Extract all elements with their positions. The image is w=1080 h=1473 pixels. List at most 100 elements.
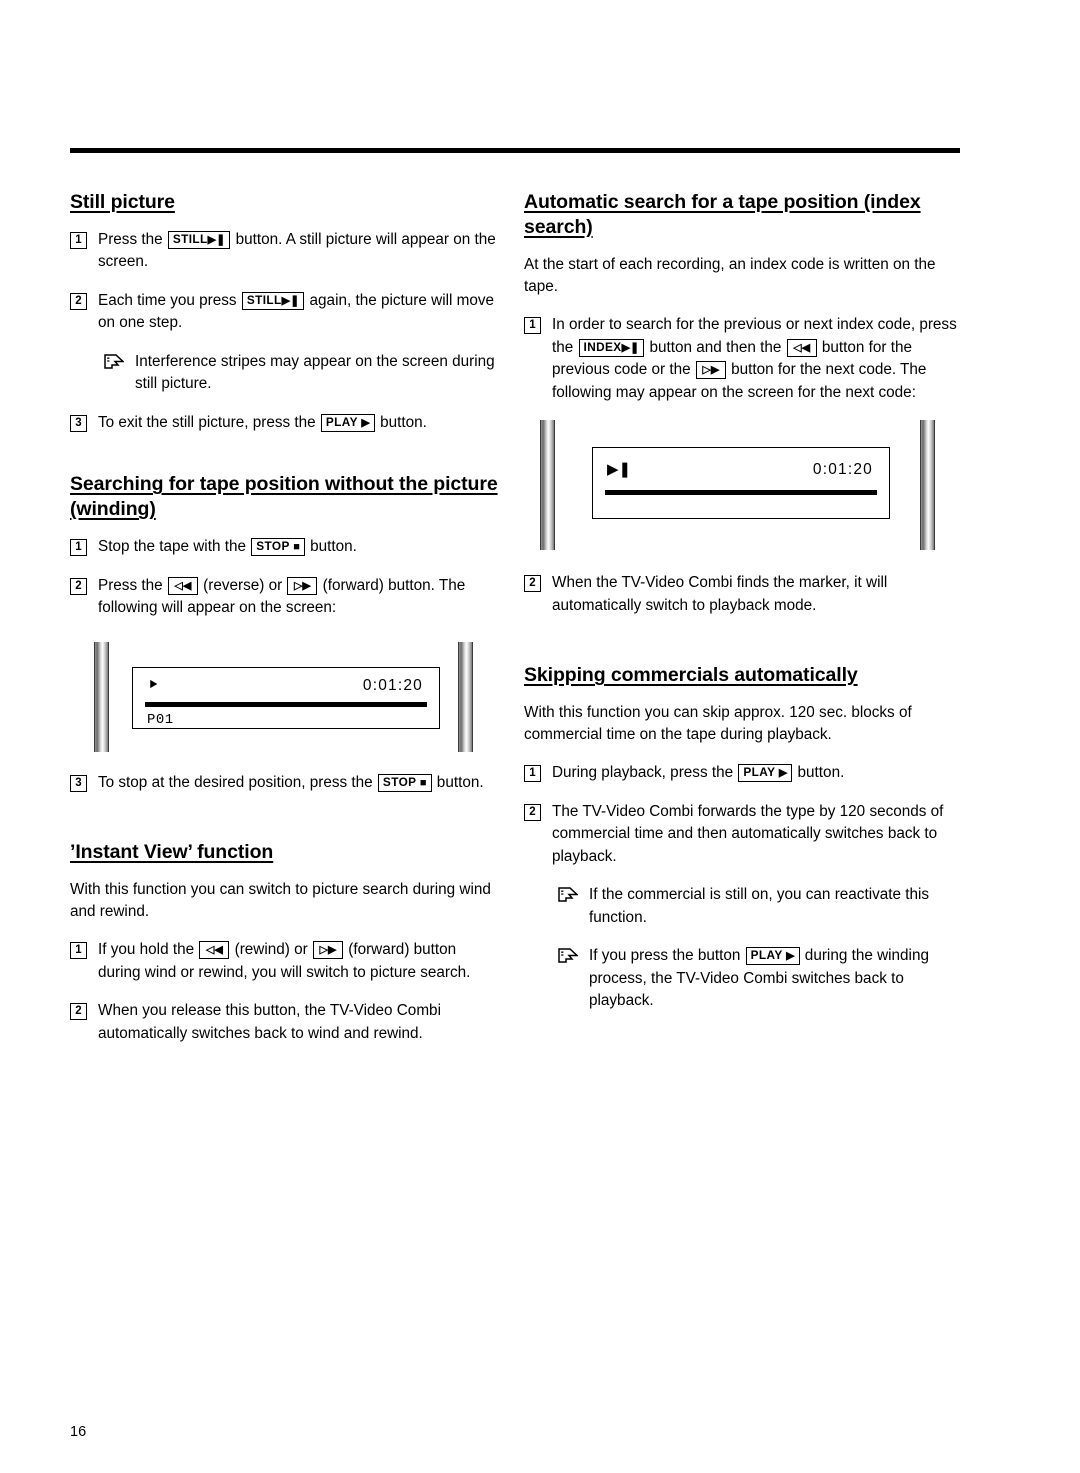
pointing-hand-svg	[104, 354, 125, 369]
step-number: 3	[70, 774, 87, 792]
step-text: When you release this button, the TV-Vid…	[98, 1002, 441, 1042]
step-wind-2: 2 Press the ◁◀ (reverse) or ▷▶ (forward)…	[70, 575, 500, 620]
play-key[interactable]: PLAY ▶	[738, 764, 793, 783]
step-number: 1	[524, 765, 541, 783]
note-interference: Interference stripes may appear on the s…	[104, 351, 500, 396]
pointing-hand-icon	[104, 353, 125, 375]
still-key[interactable]: STILL▶❚	[167, 230, 231, 249]
tape-reel-right	[920, 420, 935, 551]
forward-key[interactable]: ▷▶	[695, 361, 726, 380]
stop-key-label: STOP	[256, 539, 290, 554]
pointing-hand-icon	[558, 947, 579, 969]
note-text-part: If you press the button	[589, 947, 745, 965]
note-reactivate: If the commercial is still on, you can r…	[558, 884, 960, 929]
heading-skipping-commercials: Skipping commercials automatically	[524, 664, 858, 687]
note-text: If the commercial is still on, you can r…	[589, 886, 930, 926]
step-text-part: Press the	[98, 576, 167, 594]
step-text: In order to search for the previous or n…	[552, 314, 960, 404]
still-key-glyph: ▶❚	[207, 233, 226, 246]
step-text-part: button.	[432, 773, 484, 791]
note-text: If you press the button PLAY ▶ during th…	[589, 945, 960, 1012]
osd-index: ▶❚ 0:01:20	[592, 447, 890, 520]
index-key-glyph: ▶❚	[621, 341, 640, 354]
still-key[interactable]: STILL▶❚	[241, 291, 305, 310]
step-still-1: 1 Press the STILL▶❚ button. A still pict…	[70, 229, 500, 274]
step-instant-2: 2 When you release this button, the TV-V…	[70, 1000, 500, 1045]
step-text-part: (reverse) or	[198, 576, 287, 594]
step-number: 1	[70, 539, 87, 557]
step-text-part: If you hold the	[98, 941, 199, 959]
play-key[interactable]: PLAY ▶	[320, 413, 375, 432]
step-number: 3	[70, 414, 87, 432]
stop-key[interactable]: STOP ■	[377, 773, 432, 792]
play-key-glyph: ▶	[361, 416, 370, 429]
stop-key-glyph: ■	[293, 541, 300, 554]
osd-index-wrap: ▶❚ 0:01:20	[524, 420, 960, 552]
step-text-part: To stop at the desired position, press t…	[98, 773, 377, 791]
step-wind-1: 1 Stop the tape with the STOP ■ button.	[70, 536, 500, 558]
step-text: If you hold the ◁◀ (rewind) or ▷▶ (forwa…	[98, 939, 500, 984]
reverse-key[interactable]: ◁◀	[167, 576, 198, 595]
pointing-hand-svg	[558, 887, 579, 903]
play-key-label: PLAY	[750, 948, 783, 963]
instant-view-intro: With this function you can switch to pic…	[70, 881, 491, 921]
rewind-key-glyph: ◁◀	[205, 944, 223, 957]
step-number: 2	[70, 292, 87, 310]
step-instant-1: 1 If you hold the ◁◀ (rewind) or ▷▶ (for…	[70, 939, 500, 984]
osd-tape-bar	[145, 701, 427, 707]
forward-key[interactable]: ▷▶	[287, 576, 318, 595]
step-index-2: 2 When the TV-Video Combi finds the mark…	[524, 572, 960, 617]
step-text: Stop the tape with the STOP ■ button.	[98, 536, 500, 558]
tape-reel-right	[458, 641, 473, 752]
forward-key[interactable]: ▷▶	[312, 941, 343, 960]
heading-instant-view: ’Instant View’ function	[70, 841, 274, 864]
still-key-glyph: ▶❚	[281, 294, 300, 307]
step-still-2: 2 Each time you press STILL▶❚ again, the…	[70, 290, 500, 335]
heading-searching-tape-position: Searching for tape position without the …	[70, 473, 498, 521]
play-key-label: PLAY	[325, 414, 358, 429]
index-key[interactable]: INDEX▶❚	[578, 338, 645, 357]
step-text-part: button.	[375, 413, 427, 431]
step-text-part: (rewind) or	[230, 941, 312, 959]
step-text: To exit the still picture, press the PLA…	[98, 412, 500, 434]
step-number: 2	[524, 575, 541, 593]
step-text-part: button.	[793, 764, 845, 782]
tape-reel-left	[94, 641, 109, 752]
stop-key-label: STOP	[382, 774, 417, 789]
winding-indicator-icon: ⯈	[147, 676, 160, 694]
step-text: When the TV-Video Combi finds the marker…	[552, 574, 888, 614]
heading-index-search: Automatic search for a tape position (in…	[524, 191, 921, 238]
step-skip-2: 2 The TV-Video Combi forwards the type b…	[524, 801, 960, 868]
step-text-part: Each time you press	[98, 291, 241, 309]
step-text: Press the STILL▶❚ button. A still pictur…	[98, 229, 500, 274]
play-key[interactable]: PLAY ▶	[745, 947, 800, 966]
osd-tape-bar	[605, 490, 877, 496]
step-still-3: 3 To exit the still picture, press the P…	[70, 412, 500, 434]
still-key-label: STILL	[246, 292, 282, 307]
step-text: Press the ◁◀ (reverse) or ▷▶ (forward) b…	[98, 575, 500, 620]
osd-timecode: 0:01:20	[362, 676, 423, 694]
step-number: 1	[524, 317, 541, 335]
rewind-key[interactable]: ◁◀	[199, 941, 230, 960]
stop-key-glyph: ■	[419, 776, 427, 789]
left-column: Still picture 1 Press the STILL▶❚ button…	[70, 190, 500, 1061]
reverse-key[interactable]: ◁◀	[786, 338, 817, 357]
step-text-part: Stop the tape with the	[98, 538, 251, 556]
forward-key-glyph: ▷▶	[293, 579, 311, 592]
stop-key[interactable]: STOP ■	[251, 538, 305, 557]
index-marker-icon: ▶❚	[607, 461, 632, 479]
step-text-part: button.	[305, 538, 357, 556]
step-number: 1	[70, 942, 87, 960]
skipping-intro: With this function you can skip approx. …	[524, 704, 912, 744]
pointing-hand-svg	[558, 948, 579, 964]
step-wind-3: 3 To stop at the desired position, press…	[70, 772, 500, 794]
still-key-label: STILL	[172, 231, 208, 246]
step-text: The TV-Video Combi forwards the type by …	[552, 802, 944, 865]
step-index-1: 1 In order to search for the previous or…	[524, 314, 960, 404]
step-number: 1	[70, 231, 87, 249]
step-number: 2	[524, 803, 541, 821]
heading-still-picture: Still picture	[70, 191, 175, 213]
right-column: Automatic search for a tape position (in…	[524, 190, 960, 1029]
step-text: During playback, press the PLAY ▶ button…	[552, 762, 960, 784]
page-number: 16	[70, 1424, 87, 1440]
